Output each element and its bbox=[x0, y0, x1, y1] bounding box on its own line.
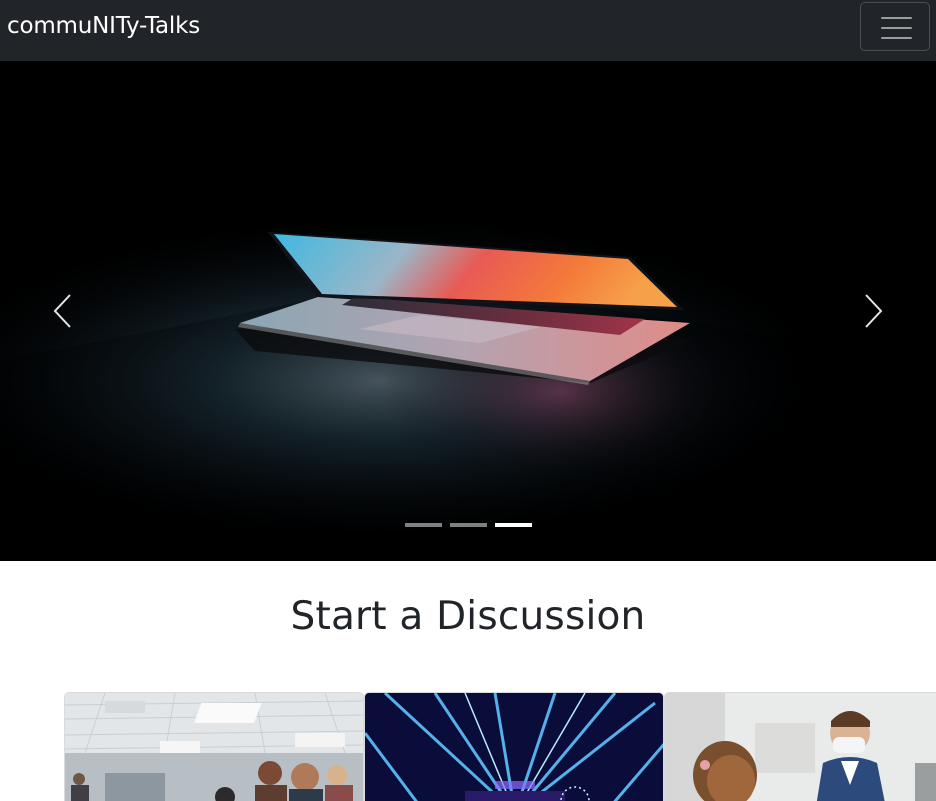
chevron-left-icon bbox=[53, 294, 71, 328]
discussion-card-2[interactable] bbox=[364, 692, 664, 801]
carousel-prev-button[interactable] bbox=[43, 285, 83, 337]
chevron-right-icon bbox=[865, 294, 883, 328]
concert-light-show-image bbox=[365, 693, 663, 801]
navbar-brand[interactable]: commuNITy-Talks bbox=[7, 13, 200, 39]
discussion-card-1[interactable] bbox=[64, 692, 364, 801]
carousel-next-button[interactable] bbox=[853, 285, 893, 337]
carousel-indicator-3[interactable] bbox=[495, 523, 532, 527]
section-title: Start a Discussion bbox=[290, 594, 646, 639]
carousel-indicator-2[interactable] bbox=[450, 523, 487, 527]
discussion-card-3[interactable] bbox=[664, 692, 936, 801]
carousel-indicators bbox=[405, 523, 535, 529]
carousel-indicator-1[interactable] bbox=[405, 523, 442, 527]
classroom-audience-image bbox=[65, 693, 363, 801]
laptop-glow-image bbox=[0, 61, 936, 561]
navbar-toggler-button[interactable] bbox=[860, 2, 930, 51]
masked-business-meeting-image bbox=[665, 693, 936, 801]
hamburger-icon bbox=[881, 17, 912, 39]
navbar: commuNITy-Talks bbox=[0, 0, 936, 61]
hero-carousel bbox=[0, 61, 936, 561]
